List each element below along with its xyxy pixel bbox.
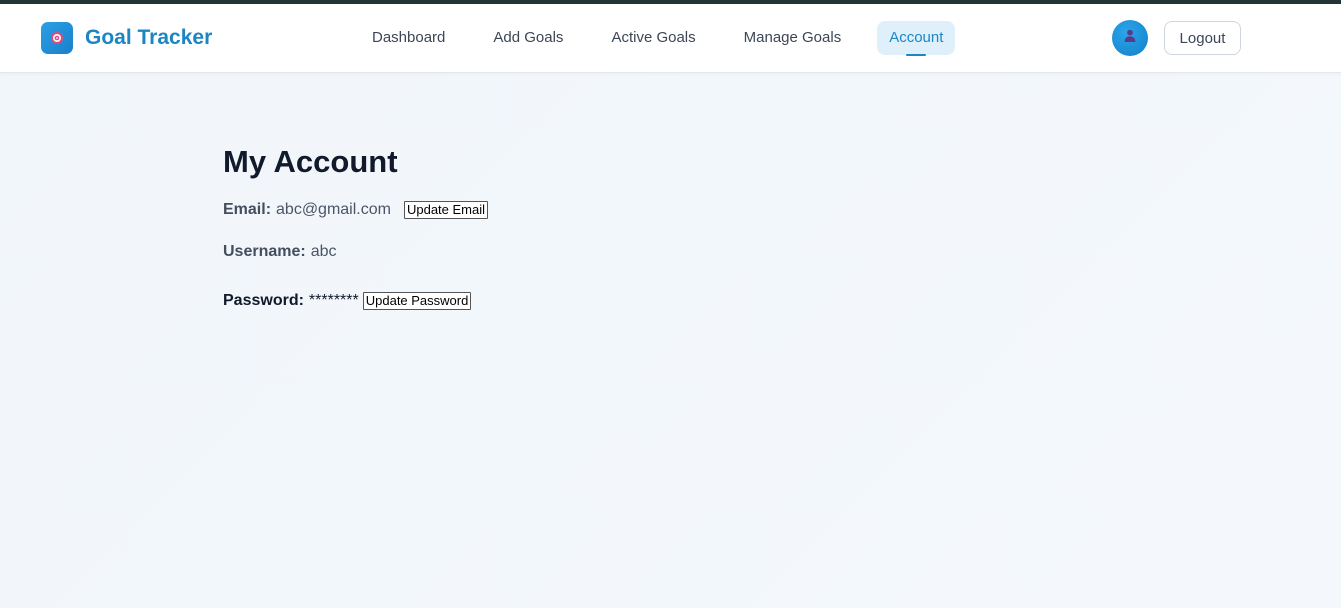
nav-item-dashboard[interactable]: Dashboard bbox=[360, 21, 457, 55]
brand-logo-link[interactable]: Goal Tracker bbox=[41, 22, 212, 54]
email-row: Email: abc@gmail.com Update Email bbox=[223, 199, 923, 221]
nav-item-account[interactable]: Account bbox=[877, 21, 956, 56]
main-nav: Dashboard Add Goals Active Goals Manage … bbox=[360, 21, 979, 56]
update-email-button[interactable]: Update Email bbox=[403, 201, 489, 219]
nav-item-active-goals[interactable]: Active Goals bbox=[599, 21, 707, 55]
user-avatar[interactable] bbox=[1112, 20, 1148, 56]
user-icon bbox=[1124, 29, 1136, 47]
nav-item-manage-goals[interactable]: Manage Goals bbox=[732, 21, 854, 55]
password-label: Password: bbox=[223, 292, 304, 309]
top-navbar: Goal Tracker Dashboard Add Goals Active … bbox=[0, 4, 1341, 73]
password-value: ******** bbox=[308, 292, 359, 309]
password-row: Password: ******** Update Password bbox=[223, 290, 923, 312]
email-value: abc@gmail.com bbox=[276, 201, 391, 218]
app-title: Goal Tracker bbox=[85, 26, 213, 49]
nav-item-add-goals[interactable]: Add Goals bbox=[481, 21, 575, 55]
username-value: abc bbox=[310, 243, 337, 260]
logout-button[interactable]: Logout bbox=[1164, 21, 1241, 55]
account-page: My Account Email: abc@gmail.com Update E… bbox=[223, 140, 923, 312]
update-password-button[interactable]: Update Password bbox=[362, 292, 472, 310]
page-title: My Account bbox=[223, 144, 398, 179]
username-row: Username: abc bbox=[223, 241, 923, 263]
target-icon bbox=[41, 22, 73, 54]
username-label: Username: bbox=[223, 243, 306, 260]
email-label: Email: bbox=[223, 201, 272, 218]
